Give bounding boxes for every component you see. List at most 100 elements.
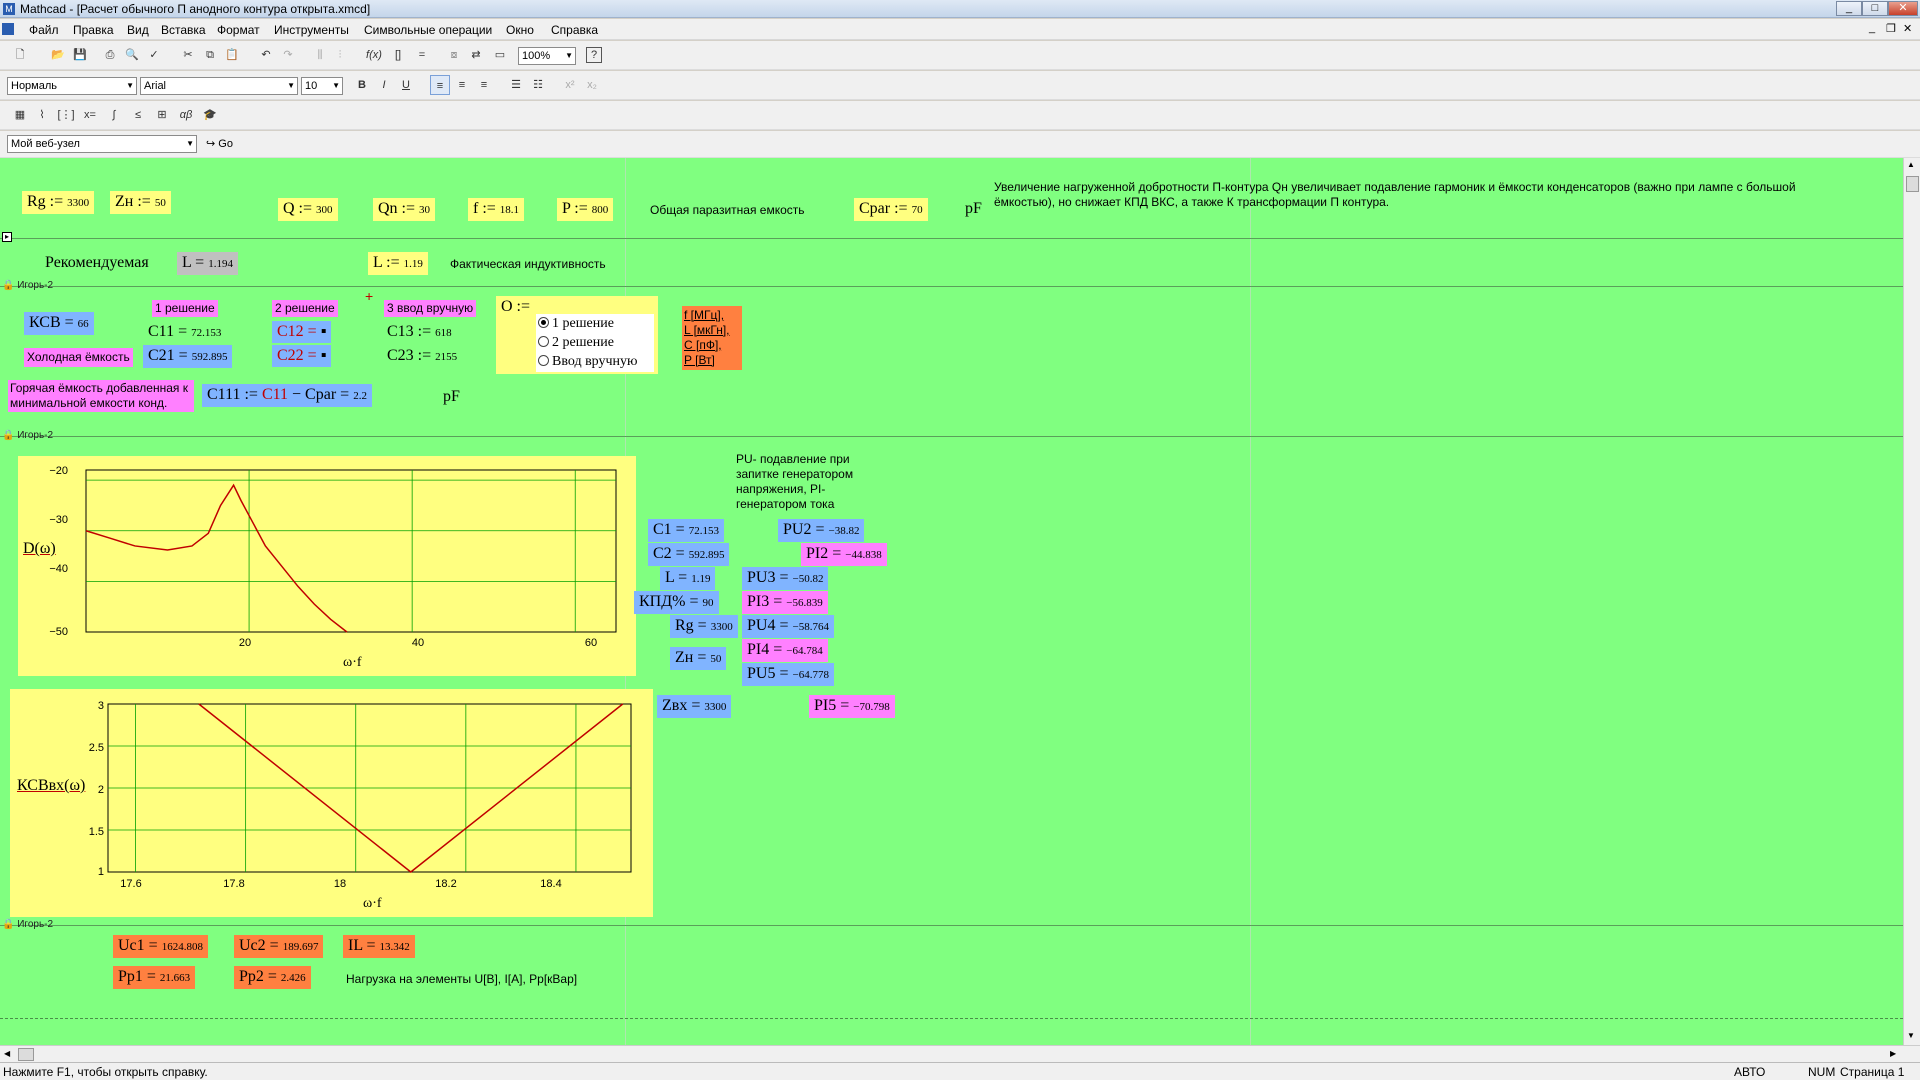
rg-result[interactable]: Rg = 3300 [670,615,738,638]
region-label[interactable]: 🔒 Игорь-2 [2,280,53,291]
cpar-definition[interactable]: Cpar := 70 [854,198,928,221]
menu-format[interactable]: Формат [217,23,260,37]
pu4-result[interactable]: PU4 = −58.764 [742,615,834,638]
cold-capacity-label[interactable]: Холодная ёмкость [24,348,133,367]
graph-icon[interactable]: ⌇ [32,105,52,125]
horizontal-scrollbar[interactable]: ◀ ▶ [0,1045,1920,1062]
calculator-icon[interactable]: ▦ [10,105,30,125]
subscript-icon[interactable]: x₂ [582,75,602,95]
boolean-icon[interactable]: ≤ [128,105,148,125]
spellcheck-icon[interactable]: ✓ [144,45,164,65]
cut-icon[interactable]: ✂ [178,45,198,65]
evaluation-icon[interactable]: x= [80,105,100,125]
f-definition[interactable]: f := 18.1 [468,198,525,221]
scroll-right-icon[interactable]: ▶ [1890,1049,1896,1058]
align-across-icon[interactable]: ⫼ [310,45,330,65]
pu2-result[interactable]: PU2 = −38.82 [778,519,865,542]
programming-icon[interactable]: ⊞ [152,105,172,125]
pp1-result[interactable]: Pp1 = 21.663 [113,966,196,989]
greek-icon[interactable]: αβ [176,105,196,125]
style-select[interactable]: Нормаль ▼ [7,77,137,95]
pu3-result[interactable]: PU3 = −50.82 [742,567,829,590]
c21-result[interactable]: C21 = 592.895 [143,345,233,368]
menu-help[interactable]: Справка [551,23,598,37]
q-definition[interactable]: Q := 300 [278,198,338,221]
hot-capacity-note[interactable]: Горячая ёмкость добавленная к минимально… [8,380,194,412]
align-center-icon[interactable]: ≡ [452,75,472,95]
pp2-result[interactable]: Pp2 = 2.426 [234,966,311,989]
numbering-icon[interactable]: ☷ [528,75,548,95]
rg-definition[interactable]: Rg := 3300 [22,191,95,214]
scroll-up-icon[interactable]: ▲ [1907,160,1915,169]
open-icon[interactable]: 📂 [48,45,68,65]
radio-solution1[interactable]: 1 решение [538,316,614,332]
scroll-left-icon[interactable]: ◀ [4,1049,10,1058]
region-label[interactable]: 🔒 Игорь-2 [2,430,53,441]
q-note[interactable]: Увеличение нагруженной добротности П-кон… [994,180,1814,210]
new-icon[interactable]: 🗋 [10,45,30,65]
component-icon[interactable]: ⧇ [444,45,464,65]
p-definition[interactable]: P := 800 [557,198,614,221]
menu-symbolics[interactable]: Символьные операции [364,23,492,37]
calculate-icon[interactable]: = [412,45,432,65]
undo-icon[interactable]: ↶ [256,45,276,65]
menu-view[interactable]: Вид [127,23,149,37]
qn-definition[interactable]: Qn := 30 [373,198,436,221]
minimize-button[interactable]: _ [1836,1,1862,16]
insert-function-icon[interactable]: f(x) [364,45,384,65]
maximize-button[interactable]: □ [1862,1,1888,16]
menu-insert[interactable]: Вставка [161,23,206,37]
uc2-result[interactable]: Uc2 = 189.697 [234,935,324,958]
scroll-thumb[interactable] [1906,176,1919,192]
radio-solution2[interactable]: 2 решение [538,335,614,351]
copy-icon[interactable]: ⧉ [200,45,220,65]
pu-pi-note[interactable]: PU- подавление при запитке генератором н… [736,452,876,512]
c22-result[interactable]: C22 = ▪ [272,345,332,367]
region-label[interactable]: 🔒 Игорь-2 [2,919,53,930]
print-preview-icon[interactable]: 🔍 [122,45,142,65]
print-icon[interactable]: ⎙ [100,45,120,65]
il-result[interactable]: IL = 13.342 [343,935,415,958]
zvx-result[interactable]: Zвх = 3300 [657,695,732,718]
zn-definition[interactable]: Zн := 50 [110,191,171,214]
ksv-result[interactable]: КСВ = 66 [24,312,94,335]
font-select[interactable]: Arial ▼ [140,77,298,95]
kpd-result[interactable]: КПД% = 90 [634,591,719,614]
plot-ksv-omega[interactable]: 3 2.5 2 1.5 1 17.6 17.8 18 18.2 18.4 КСВ… [10,689,653,917]
l-result[interactable]: L = 1.19 [660,567,716,590]
c23-definition[interactable]: C23 := 2155 [382,345,462,368]
doc-restore-button[interactable]: ❐ [1886,22,1896,35]
bullets-icon[interactable]: ☰ [506,75,526,95]
scroll-thumb[interactable] [18,1048,34,1061]
superscript-icon[interactable]: x² [560,75,580,95]
scroll-down-icon[interactable]: ▼ [1907,1031,1915,1040]
l-recommended[interactable]: L = 1.194 [177,252,238,275]
italic-icon[interactable]: I [374,75,394,95]
matrix-icon[interactable]: [⋮] [56,105,76,125]
go-button[interactable]: ↪ Go [206,137,233,150]
doc-minimize-button[interactable]: _ [1869,22,1875,34]
window-icon[interactable]: ▭ [490,45,510,65]
c11-result[interactable]: C11 = 72.153 [143,321,226,344]
zoom-select[interactable]: 100% ▼ [518,47,576,65]
pi4-result[interactable]: PI4 = −64.784 [742,639,828,662]
loads-note[interactable]: Нагрузка на элементы U[В], I[А], Pp[кВар… [346,972,577,987]
menu-edit[interactable]: Правка [73,23,114,37]
pi3-result[interactable]: PI3 = −56.839 [742,591,828,614]
l-note[interactable]: Фактическая индуктивность [450,257,606,272]
uc1-result[interactable]: Uc1 = 1624.808 [113,935,208,958]
align-down-icon[interactable]: ⫶ [330,45,350,65]
expand-icon[interactable]: ▸ [2,232,12,242]
font-size-select[interactable]: 10 ▼ [301,77,343,95]
symbolic-icon[interactable]: 🎓 [200,105,220,125]
worksheet[interactable]: Rg := 3300 Zн := 50 Q := 300 Qn := 30 f … [0,158,1903,1045]
solution1-header[interactable]: 1 решение [152,300,218,317]
radio-manual[interactable]: Ввод вручную [538,354,638,370]
close-button[interactable]: ✕ [1888,1,1918,16]
save-icon[interactable]: 💾 [70,45,90,65]
pi2-result[interactable]: PI2 = −44.838 [801,543,887,566]
web-site-select[interactable]: Мой веб-узел ▼ [7,135,197,153]
c111-definition[interactable]: C111 := C11 − Cpar = 2.2 [202,384,372,407]
menu-tools[interactable]: Инструменты [274,23,349,37]
calculus-icon[interactable]: ∫ [104,105,124,125]
